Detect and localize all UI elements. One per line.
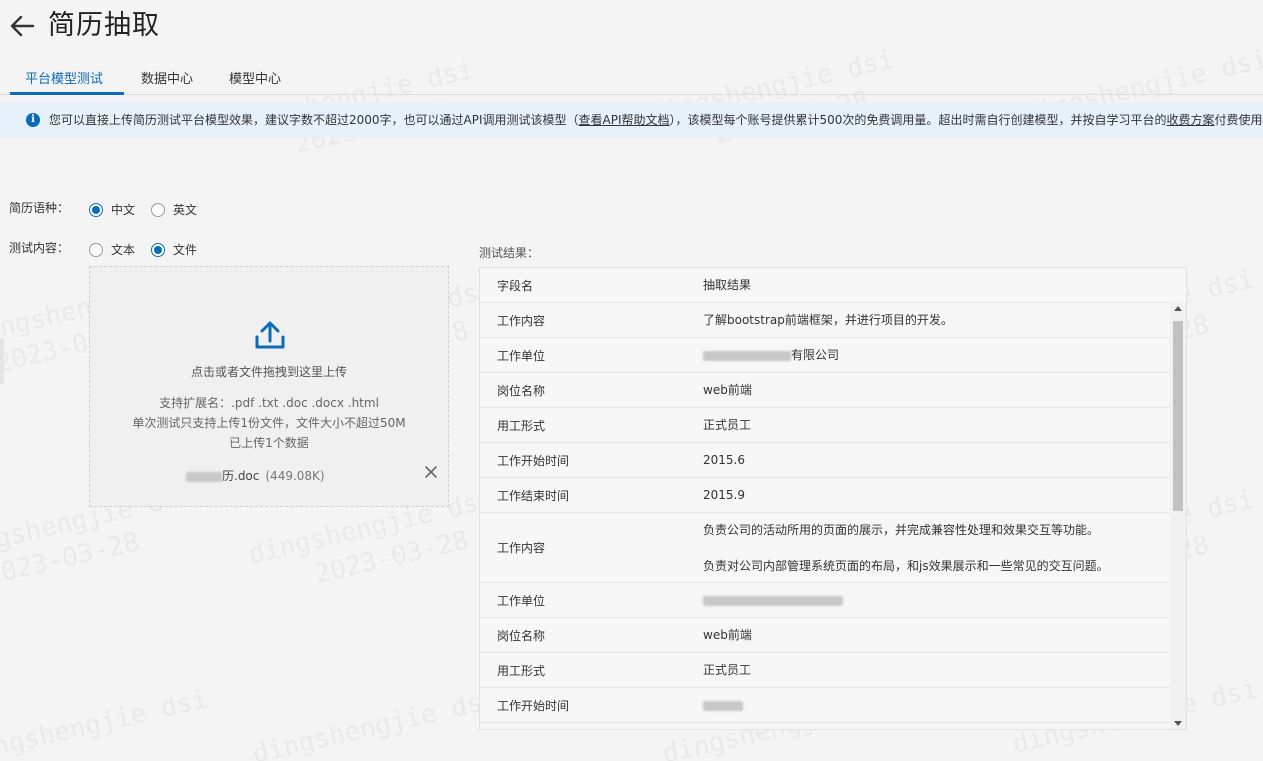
result-panel: 字段名 抽取结果 工作内容 了解bootstrap前端框架，并进行项目的开发。 … [479, 267, 1187, 730]
row-field: 工作开始时间 [497, 698, 570, 713]
back-arrow-icon[interactable] [8, 12, 36, 40]
row-field: 工作内容 [497, 541, 546, 555]
radio-label: 文件 [173, 243, 198, 257]
table-row: 工作内容 了解bootstrap前端框架，并进行项目的开发。 [480, 303, 1170, 338]
tab-model-center[interactable]: 模型中心 [229, 68, 281, 87]
page-header: 简历抽取 [0, 0, 1263, 56]
table-row: 工作开始时间 2015.6 [480, 443, 1170, 478]
row-value [703, 591, 843, 609]
info-notice: i 您可以直接上传简历测试平台模型效果，建议字数不超过2000字，也可以通过AP… [0, 102, 1263, 138]
upload-formats: 支持扩展名：.pdf .txt .doc .docx .html [159, 396, 379, 410]
close-icon[interactable] [424, 465, 438, 479]
upload-dropzone[interactable]: 点击或者文件拖拽到这里上传 支持扩展名：.pdf .txt .doc .docx… [89, 266, 449, 507]
tab-platform-model-test[interactable]: 平台模型测试 [25, 68, 103, 87]
table-row: 用工形式 正式员工 [480, 408, 1170, 443]
radio-label: 文本 [111, 243, 136, 257]
table-row: 工作结束时间 2015.9 [480, 478, 1170, 513]
page-title: 简历抽取 [48, 10, 160, 41]
notice-text-before: 您可以直接上传简历测试平台模型效果，建议字数不超过2000字，也可以通过API调… [49, 113, 579, 127]
row-value: web前端 [703, 628, 752, 642]
side-handle[interactable] [0, 338, 4, 384]
scrollbar-thumb[interactable] [1173, 321, 1183, 511]
redacted-text [186, 471, 222, 482]
table-row: 岗位名称 web前端 [480, 373, 1170, 408]
redacted-text [703, 700, 743, 711]
upload-info: 支持扩展名：.pdf .txt .doc .docx .html 单次测试只支持… [90, 393, 448, 453]
row-value: 正式员工 [703, 663, 752, 677]
radio-language-english[interactable]: 英文 [151, 201, 197, 218]
row-field: 用工形式 [497, 663, 546, 678]
fee-plan-link[interactable]: 收费方案 [1166, 113, 1214, 127]
header-value: 抽取结果 [703, 278, 752, 292]
radio-language-chinese[interactable]: 中文 [89, 201, 135, 218]
tab-data-center[interactable]: 数据中心 [141, 68, 193, 87]
api-help-link[interactable]: 查看API帮助文档 [579, 113, 670, 127]
file-size: (449.08K) [265, 469, 325, 483]
scrollbar[interactable] [1170, 303, 1186, 729]
uploaded-file: 历.doc (449.08K) [186, 467, 325, 484]
row-value: 2015.9 [703, 488, 745, 502]
table-row: 工作开始时间 [480, 688, 1170, 723]
radio-label: 中文 [111, 203, 136, 217]
row-field: 岗位名称 [497, 628, 546, 643]
row-field: 岗位名称 [497, 383, 546, 398]
row-value-line: 负责公司的活动所用的页面的展示，并完成兼容性处理和效果交互等功能。 [703, 522, 1100, 537]
radio-circle [89, 242, 103, 257]
language-label: 简历语种： [9, 201, 70, 215]
radio-label: 英文 [173, 203, 198, 217]
watermark: dingshengjie dsi [0, 682, 211, 761]
info-icon: i [26, 113, 40, 127]
upload-hint: 点击或者文件拖拽到这里上传 [190, 365, 347, 379]
row-value: 了解bootstrap前端框架，并进行项目的开发。 [703, 313, 953, 327]
table-row: 工作单位 有限公司 [480, 338, 1170, 373]
redacted-text [703, 350, 791, 361]
radio-circle [151, 202, 165, 217]
row-value: 负责公司的活动所用的页面的展示，并完成兼容性处理和效果交互等功能。 负责对公司内… [703, 521, 1109, 575]
upload-limit: 单次测试只支持上传1份文件，文件大小不超过50M [132, 416, 406, 430]
table-row: 工作单位 [480, 583, 1170, 618]
tab-bar: 平台模型测试 数据中心 模型中心 [0, 58, 1263, 95]
table-header: 字段名 抽取结果 [480, 268, 1170, 303]
table-row: 用工形式 正式员工 [480, 653, 1170, 688]
active-tab-indicator [10, 92, 124, 95]
row-field: 工作单位 [497, 593, 546, 608]
scroll-up-arrow-icon[interactable] [1174, 306, 1182, 311]
table-row: 工作内容 负责公司的活动所用的页面的展示，并完成兼容性处理和效果交互等功能。 负… [480, 513, 1170, 583]
row-field: 用工形式 [497, 418, 546, 433]
scroll-down-arrow-icon[interactable] [1174, 721, 1182, 726]
redacted-text [703, 595, 843, 606]
radio-content-text[interactable]: 文本 [89, 241, 135, 258]
header-field: 字段名 [497, 278, 534, 293]
watermark: dingshengjie dsi [249, 682, 501, 761]
file-name: 历.doc [222, 469, 260, 483]
upload-icon [254, 319, 286, 351]
row-field: 工作内容 [497, 313, 546, 328]
row-value-line: 负责对公司内部管理系统页面的布局，和js效果展示和一些常见的交互问题。 [703, 558, 1109, 573]
radio-circle [89, 202, 103, 217]
upload-count: 已上传1个数据 [229, 436, 309, 450]
radio-content-file[interactable]: 文件 [151, 241, 197, 258]
row-value-text: 有限公司 [791, 348, 840, 362]
row-value: 有限公司 [703, 346, 839, 364]
result-label: 测试结果： [479, 246, 540, 260]
row-field: 工作开始时间 [497, 453, 570, 468]
row-value: web前端 [703, 383, 752, 397]
radio-circle [151, 242, 165, 257]
notice-text-middle: ），该模型每个账号提供累计500次的免费调用量。超出时需自行创建模型，并按自学习… [669, 113, 1167, 127]
row-value [703, 696, 743, 714]
row-field: 工作单位 [497, 348, 546, 363]
row-value: 2015.6 [703, 453, 745, 467]
notice-text-after: 付费使用。 [1214, 113, 1263, 127]
row-value: 正式员工 [703, 418, 752, 432]
table-row: 岗位名称 web前端 [480, 618, 1170, 653]
result-table: 字段名 抽取结果 工作内容 了解bootstrap前端框架，并进行项目的开发。 … [480, 268, 1170, 723]
content-label: 测试内容： [9, 241, 70, 255]
row-field: 工作结束时间 [497, 488, 570, 503]
